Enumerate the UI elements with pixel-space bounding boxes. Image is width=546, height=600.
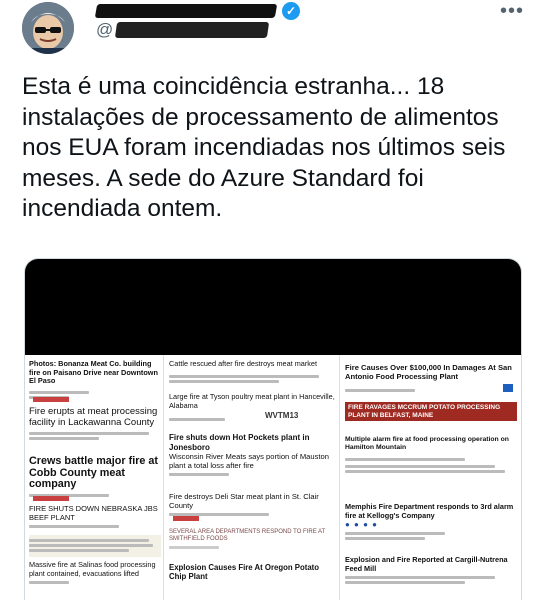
meta-line — [169, 379, 279, 383]
clip-tyson: Large fire at Tyson poultry meat plant i… — [169, 392, 335, 424]
clip-lackawanna: Fire erupts at meat processing facility … — [29, 406, 159, 440]
meta-line — [169, 473, 229, 476]
clip-hamilton: Multiple alarm fire at food processing o… — [345, 436, 517, 473]
meta-line — [29, 544, 153, 547]
meta-line — [345, 531, 445, 535]
avatar[interactable] — [22, 2, 74, 54]
display-name-row[interactable]: ✓ — [94, 2, 300, 20]
clip-mccrum: FIRE RAVAGES MCCRUM POTATO PROCESSING PL… — [345, 402, 517, 421]
clip-headline: Crews battle major fire at Cobb County m… — [29, 455, 159, 490]
clip-headline: Explosion Causes Fire At Oregon Potato C… — [169, 563, 320, 581]
meta-line — [345, 458, 465, 461]
handle-redacted — [115, 22, 270, 38]
meta-line — [29, 395, 69, 403]
clip-headline: Fire erupts at meat processing facility … — [29, 406, 158, 428]
meta-line — [345, 389, 415, 392]
clip-headline: Explosion and Fire Reported at Cargill-N… — [345, 555, 508, 573]
clip-meta: WVTM13 — [169, 411, 335, 424]
meta-line — [29, 437, 99, 440]
meta-line — [29, 539, 149, 542]
meta-line — [345, 536, 425, 540]
tweet-header: ✓ @ ••• — [0, 0, 546, 60]
tweet-media[interactable]: Photos: Bonanza Meat Co. building fire o… — [24, 258, 522, 600]
more-horizontal-icon[interactable]: ••• — [500, 0, 524, 23]
verified-badge-icon: ✓ — [282, 2, 300, 20]
clip-hot-pockets: Fire shuts down Hot Pockets plant in Jon… — [169, 433, 335, 452]
clip-cobb: Crews battle major fire at Cobb County m… — [29, 455, 161, 502]
meta-line — [29, 549, 129, 552]
meta-line — [29, 525, 119, 528]
meta-line — [29, 432, 149, 435]
clip-smithfield: SEVERAL AREA DEPARTMENTS RESPOND TO FIRE… — [169, 529, 335, 549]
news-collage: Photos: Bonanza Meat Co. building fire o… — [25, 355, 521, 600]
display-name-redacted — [94, 4, 278, 18]
meta-line — [169, 374, 319, 378]
meta-line — [345, 576, 495, 579]
meta-line — [29, 581, 69, 584]
clip-san-antonio: Fire Causes Over $100,000 In Damages At … — [345, 363, 517, 394]
avatar-image — [22, 2, 74, 54]
clip-cargill: Explosion and Fire Reported at Cargill-N… — [345, 555, 517, 584]
tag — [173, 515, 199, 521]
clip-headline: FIRE SHUTS DOWN NEBRASKA JBS BEEF PLANT — [29, 504, 158, 522]
meta-line — [345, 470, 505, 473]
wvtm13-logo: WVTM13 — [265, 411, 299, 420]
meta-line — [345, 465, 495, 468]
clip-jbs: FIRE SHUTS DOWN NEBRASKA JBS BEEF PLANT — [29, 504, 161, 528]
meta-line — [345, 581, 465, 584]
social-icons: ● ● ● ● — [345, 520, 378, 529]
meta-line — [169, 418, 225, 421]
clip-meta — [345, 384, 517, 394]
clip-headline: Fire destroys Deli Star meat plant in St… — [169, 492, 319, 510]
tweet-text: Esta é uma coincidência estranha... 18 i… — [22, 73, 506, 222]
clip-headline: Massive fire at Salinas food processing … — [29, 560, 156, 578]
meta-line — [169, 546, 219, 549]
media-dark-area — [25, 259, 521, 355]
clip-headline: Fire shuts down Hot Pockets plant in Jon… — [169, 433, 310, 452]
tag — [33, 397, 69, 403]
clip-headline: Memphis Fire Department responds to 3rd … — [345, 502, 514, 520]
clip-headline: SEVERAL AREA DEPARTMENTS RESPOND TO FIRE… — [169, 529, 326, 542]
collage-divider — [339, 355, 340, 600]
clip-headline: Fire Causes Over $100,000 In Damages At … — [345, 363, 512, 381]
clip-headline: FIRE RAVAGES MCCRUM POTATO PROCESSING PL… — [348, 404, 501, 419]
collage-divider — [163, 355, 164, 600]
meta-line — [169, 513, 269, 521]
share-icon — [503, 384, 513, 392]
clip-oregon: Explosion Causes Fire At Oregon Potato C… — [169, 563, 335, 581]
clip-headline: Large fire at Tyson poultry meat plant i… — [169, 392, 335, 410]
clip-cattle: Cattle rescued after fire destroys meat … — [169, 359, 335, 383]
handle-row[interactable]: @ — [96, 20, 270, 40]
clip-headline: Wisconsin River Meats says portion of Ma… — [169, 452, 329, 470]
clip-deli-star: Fire destroys Deli Star meat plant in St… — [169, 492, 335, 521]
clip-text-block — [29, 535, 161, 557]
clip-headline: Multiple alarm fire at food processing o… — [345, 436, 509, 451]
clip-salinas: Massive fire at Salinas food processing … — [29, 560, 161, 584]
meta-line — [29, 390, 89, 394]
clip-headline: Photos: Bonanza Meat Co. building fire o… — [29, 359, 158, 385]
meta-line — [29, 493, 109, 502]
tag — [33, 496, 69, 502]
clip-headline: Cattle rescued after fire destroys meat … — [169, 359, 318, 368]
handle-at: @ — [96, 20, 114, 39]
clip-wisconsin: Wisconsin River Meats says portion of Ma… — [169, 452, 335, 476]
clip-kelloggs: Memphis Fire Department responds to 3rd … — [345, 502, 517, 540]
clip-el-paso: Photos: Bonanza Meat Co. building fire o… — [29, 359, 159, 403]
